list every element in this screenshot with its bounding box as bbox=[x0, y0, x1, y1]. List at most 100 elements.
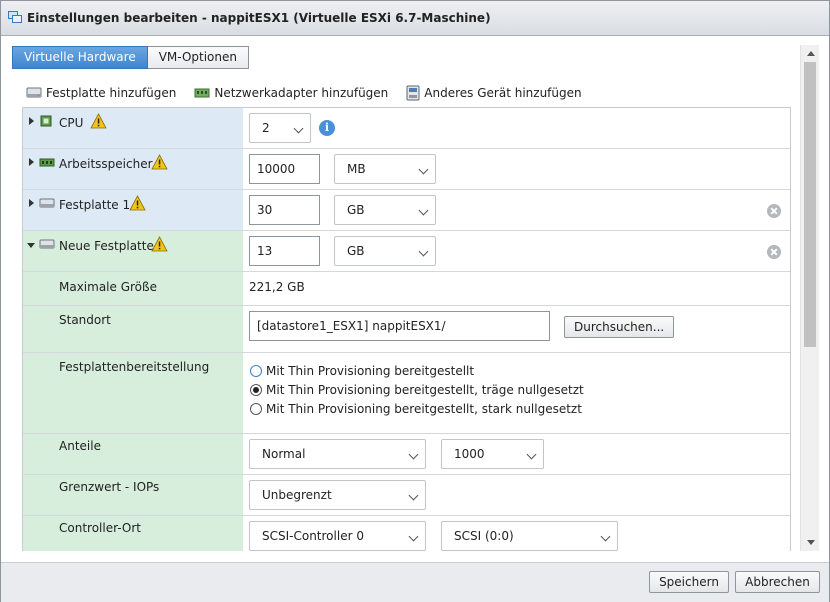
provisioning-option-lazy-zeroed[interactable]: Mit Thin Provisioning bereitgestellt, tr… bbox=[250, 383, 584, 397]
add-nic-button[interactable]: Netzwerkadapter hinzufügen bbox=[194, 86, 388, 100]
chevron-down-icon bbox=[408, 449, 419, 460]
tab-virtual-hardware[interactable]: Virtuelle Hardware bbox=[12, 46, 148, 69]
scroll-down-icon[interactable] bbox=[807, 540, 815, 545]
controller-slot-value: SCSI (0:0) bbox=[454, 529, 514, 543]
chevron-down-icon bbox=[418, 205, 429, 216]
save-button[interactable]: Speichern bbox=[649, 571, 729, 593]
cpu-count-value: 2 bbox=[262, 121, 270, 135]
scroll-up-icon[interactable] bbox=[807, 51, 815, 56]
provisioning-option-thin[interactable]: Mit Thin Provisioning bereitgestellt bbox=[250, 364, 474, 378]
add-device-toolbar: Festplatte hinzufügen Netzwerkadapter hi… bbox=[26, 84, 600, 102]
shares-header: Anteile bbox=[23, 434, 243, 474]
hard-disk-icon bbox=[39, 239, 55, 249]
vertical-scrollbar[interactable] bbox=[800, 45, 819, 551]
shares-value: 1000 bbox=[454, 447, 485, 461]
device-icon bbox=[406, 85, 420, 101]
iops-row: Grenzwert - IOPs Unbegrenzt bbox=[23, 475, 790, 516]
warning-icon bbox=[129, 195, 146, 211]
expand-caret-icon[interactable] bbox=[29, 117, 34, 125]
hard-disk-icon bbox=[26, 87, 42, 98]
cpu-row: CPU 2 i bbox=[23, 108, 790, 149]
tab-vm-options[interactable]: VM-Optionen bbox=[147, 46, 249, 69]
new-disk-size-input[interactable]: 13 bbox=[249, 236, 320, 266]
chevron-down-icon bbox=[600, 531, 611, 542]
iops-header: Grenzwert - IOPs bbox=[23, 475, 243, 515]
disk1-row: Festplatte 1 30 GB bbox=[23, 190, 790, 231]
expand-caret-icon[interactable] bbox=[29, 158, 34, 166]
disk1-header: Festplatte 1 bbox=[23, 190, 243, 230]
memory-label: Arbeitsspeicher bbox=[59, 157, 153, 171]
chevron-down-icon bbox=[418, 246, 429, 257]
warning-icon bbox=[151, 154, 168, 170]
iops-limit-value: Unbegrenzt bbox=[262, 488, 332, 502]
chevron-down-icon bbox=[418, 164, 429, 175]
scrollbar-thumb[interactable] bbox=[804, 62, 816, 347]
hardware-grid: CPU 2 i Arbeitsspeicher 10000 MB Festpla… bbox=[22, 107, 791, 551]
cpu-label: CPU bbox=[59, 116, 84, 130]
provisioning-label: Festplattenbereitstellung bbox=[59, 360, 210, 374]
add-disk-button[interactable]: Festplatte hinzufügen bbox=[26, 86, 176, 100]
browse-button[interactable]: Durchsuchen... bbox=[564, 316, 675, 338]
disk1-size-input[interactable]: 30 bbox=[249, 195, 320, 225]
add-other-device-button[interactable]: Anderes Gerät hinzufügen bbox=[406, 85, 582, 101]
radio-button-selected[interactable] bbox=[250, 384, 262, 396]
memory-header: Arbeitsspeicher bbox=[23, 149, 243, 189]
chevron-down-icon bbox=[526, 449, 537, 460]
provisioning-row: Festplattenbereitstellung Mit Thin Provi… bbox=[23, 353, 790, 434]
max-size-value: 221,2 GB bbox=[249, 280, 305, 294]
title-bar[interactable]: Einstellungen bearbeiten - nappitESX1 (V… bbox=[1, 1, 829, 36]
dialog-footer: Speichern Abbrechen bbox=[1, 562, 829, 602]
remove-new-disk-icon[interactable] bbox=[767, 245, 781, 259]
radio-button[interactable] bbox=[250, 365, 262, 377]
location-row: Standort [datastore1_ESX1] nappitESX1/ D… bbox=[23, 306, 790, 353]
cancel-button[interactable]: Abbrechen bbox=[735, 571, 820, 593]
add-nic-label: Netzwerkadapter hinzufügen bbox=[214, 86, 389, 100]
memory-icon bbox=[39, 158, 55, 167]
new-disk-row: Neue Festplatte 13 GB bbox=[23, 231, 790, 272]
cpu-count-select[interactable]: 2 bbox=[249, 113, 311, 143]
radio-button[interactable] bbox=[250, 403, 262, 415]
iops-limit-select[interactable]: Unbegrenzt bbox=[249, 480, 426, 510]
warning-icon bbox=[151, 236, 168, 252]
shares-level-select[interactable]: Normal bbox=[249, 439, 426, 469]
chevron-down-icon bbox=[408, 490, 419, 501]
shares-level-value: Normal bbox=[262, 447, 306, 461]
chevron-down-icon bbox=[408, 531, 419, 542]
new-disk-header: Neue Festplatte bbox=[23, 231, 243, 271]
disk1-unit-select[interactable]: GB bbox=[334, 195, 436, 225]
memory-row: Arbeitsspeicher 10000 MB bbox=[23, 149, 790, 190]
edit-settings-dialog: Einstellungen bearbeiten - nappitESX1 (V… bbox=[0, 0, 830, 602]
memory-unit-select[interactable]: MB bbox=[334, 154, 436, 184]
provisioning-option-label: Mit Thin Provisioning bereitgestellt, tr… bbox=[266, 383, 584, 397]
dialog-title: Einstellungen bearbeiten - nappitESX1 (V… bbox=[27, 11, 491, 25]
remove-disk1-icon[interactable] bbox=[767, 204, 781, 218]
shares-row: Anteile Normal 1000 bbox=[23, 434, 790, 475]
hard-disk-icon bbox=[39, 198, 55, 208]
vm-settings-icon bbox=[8, 11, 22, 23]
tab-bar: Virtuelle Hardware VM-Optionen bbox=[12, 46, 249, 70]
cpu-header: CPU bbox=[23, 108, 243, 148]
info-icon[interactable]: i bbox=[319, 120, 335, 136]
controller-header: Controller-Ort bbox=[23, 516, 243, 551]
controller-select[interactable]: SCSI-Controller 0 bbox=[249, 521, 426, 551]
memory-size-input[interactable]: 10000 bbox=[249, 154, 320, 184]
location-input[interactable]: [datastore1_ESX1] nappitESX1/ bbox=[249, 311, 550, 341]
disk1-unit-value: GB bbox=[347, 203, 365, 217]
provisioning-option-label: Mit Thin Provisioning bereitgestellt, st… bbox=[266, 402, 582, 416]
provisioning-option-eager-zeroed[interactable]: Mit Thin Provisioning bereitgestellt, st… bbox=[250, 402, 582, 416]
controller-row: Controller-Ort SCSI-Controller 0 SCSI (0… bbox=[23, 516, 790, 551]
provisioning-header: Festplattenbereitstellung bbox=[23, 353, 243, 433]
location-header: Standort bbox=[23, 306, 243, 352]
max-size-label: Maximale Größe bbox=[59, 280, 157, 294]
shares-value-select[interactable]: 1000 bbox=[441, 439, 544, 469]
new-disk-unit-select[interactable]: GB bbox=[334, 236, 436, 266]
expand-caret-icon[interactable] bbox=[29, 199, 34, 207]
network-adapter-icon bbox=[194, 88, 210, 98]
cpu-icon bbox=[40, 115, 52, 127]
collapse-caret-icon[interactable] bbox=[27, 243, 35, 248]
chevron-down-icon bbox=[293, 123, 304, 134]
controller-slot-select[interactable]: SCSI (0:0) bbox=[441, 521, 618, 551]
provisioning-option-label: Mit Thin Provisioning bereitgestellt bbox=[266, 364, 475, 378]
max-size-row: Maximale Größe 221,2 GB bbox=[23, 272, 790, 306]
new-disk-label: Neue Festplatte bbox=[59, 239, 154, 253]
